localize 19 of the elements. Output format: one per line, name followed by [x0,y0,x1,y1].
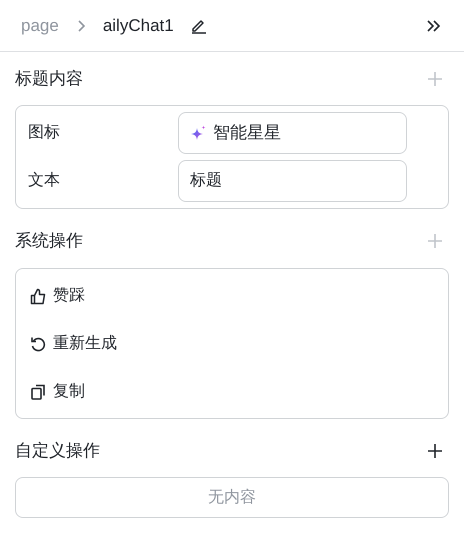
section-title: 系统操作 [15,230,83,252]
icon-select[interactable]: 智能星星 [178,112,407,154]
section-title: 自定义操作 [15,440,100,462]
action-label: 重新生成 [53,334,117,354]
input-field[interactable]: 标题 [178,160,407,202]
collapse-icon[interactable] [426,18,442,32]
empty-message: 无内容 [208,488,256,508]
component-name: ailyChat1 [102,14,174,37]
action-label: 复制 [53,382,85,402]
chevron-right-icon [76,18,86,32]
add-icon[interactable] [427,443,443,459]
section-title: 标题内容 [15,68,83,90]
field-label: 文本 [28,170,61,191]
field-label: 图标 [28,123,61,143]
copy-icon [29,384,47,400]
action-label: 赞踩 [53,286,85,306]
sparkle-icon [190,124,207,142]
thumbs-up-icon [29,288,47,304]
refresh-icon [29,336,47,352]
